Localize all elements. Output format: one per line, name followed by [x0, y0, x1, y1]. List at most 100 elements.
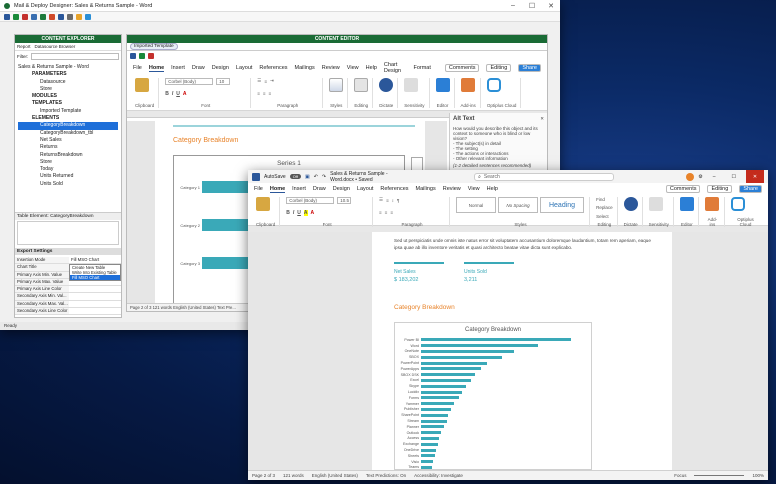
- zoom-slider[interactable]: [694, 474, 745, 477]
- ribbon-tab[interactable]: Help: [366, 65, 377, 71]
- tree-item[interactable]: Units Returned: [18, 173, 118, 180]
- word-maximize-icon[interactable]: ☐: [732, 174, 736, 180]
- help-icon[interactable]: [85, 13, 91, 20]
- property-value[interactable]: [69, 301, 121, 307]
- word-bullets-icon[interactable]: ☰: [379, 197, 383, 203]
- font-size-box[interactable]: 10: [216, 78, 231, 85]
- tree-item[interactable]: ReturnsBreakdown: [18, 152, 118, 159]
- status-zoom[interactable]: 100%: [752, 473, 764, 478]
- tree-item[interactable]: PARAMETERS: [18, 71, 118, 78]
- status-focus[interactable]: Focus: [674, 473, 686, 478]
- editing-icon[interactable]: [354, 78, 369, 92]
- tree-item[interactable]: Datasource: [18, 79, 118, 86]
- alt-text-close-icon[interactable]: ✕: [540, 116, 544, 122]
- tree-item[interactable]: Returns: [18, 144, 118, 151]
- select-button[interactable]: Select: [596, 214, 613, 219]
- word-close-icon[interactable]: ✕: [746, 170, 764, 183]
- editor-close-icon[interactable]: [148, 52, 154, 59]
- editor-icon[interactable]: [435, 78, 450, 92]
- ribbon-right-button[interactable]: Editing: [486, 64, 512, 72]
- tree-item[interactable]: Today: [18, 166, 118, 173]
- word-font-color-icon[interactable]: A: [311, 210, 315, 216]
- category-chart[interactable]: Category Breakdown Power BI Word OneNote SB…: [394, 322, 592, 470]
- word-justify-icon[interactable]: ≡: [390, 210, 393, 215]
- sensitivity-icon[interactable]: [404, 78, 419, 92]
- style-heading[interactable]: Heading: [540, 197, 585, 213]
- style-no-spacing[interactable]: No Spacing: [498, 197, 539, 213]
- word-font-name[interactable]: Corbel (Body): [286, 197, 335, 204]
- ribbon-right-button[interactable]: Share: [739, 185, 762, 193]
- ribbon-tab[interactable]: Mailings: [416, 186, 436, 192]
- ribbon-tab[interactable]: Home: [269, 186, 286, 193]
- status-accessibility[interactable]: Accessibility: Investigate: [414, 473, 463, 478]
- ribbon-tab[interactable]: View: [468, 186, 480, 192]
- word-icon[interactable]: [58, 13, 64, 20]
- editor-save-icon[interactable]: [130, 52, 136, 59]
- ribbon-right-button[interactable]: Editing: [707, 185, 733, 193]
- check-icon[interactable]: [13, 13, 19, 20]
- tree-item[interactable]: Store: [18, 86, 118, 93]
- ribbon-tab[interactable]: Home: [148, 65, 165, 72]
- property-row[interactable]: Secondary Axis Max. Val...: [15, 300, 121, 309]
- status-page[interactable]: Page 2 of 3: [252, 473, 275, 478]
- delete-icon[interactable]: [22, 13, 28, 20]
- align-left-icon[interactable]: ≡: [257, 91, 260, 96]
- word-numbering-icon[interactable]: ≡: [386, 198, 389, 203]
- tree-item[interactable]: CategoryBreakdown: [18, 122, 118, 130]
- ribbon-right-button[interactable]: Comments: [444, 64, 480, 72]
- style-normal[interactable]: Normal: [456, 197, 497, 213]
- property-value[interactable]: [69, 308, 121, 314]
- ribbon-tab[interactable]: Help: [487, 186, 498, 192]
- word-dictate-icon[interactable]: [623, 197, 638, 211]
- tree-item[interactable]: Imported Template: [18, 108, 118, 115]
- ribbon-tab[interactable]: Chart Design: [384, 62, 407, 74]
- word-editor-icon[interactable]: [679, 197, 694, 211]
- word-font-size[interactable]: 10.5: [337, 197, 352, 204]
- tab-datasource-browser[interactable]: Datasource Browser: [35, 44, 76, 49]
- word-sensitivity-icon[interactable]: [648, 197, 663, 211]
- ribbon-tab[interactable]: Format: [413, 65, 430, 71]
- minimize-icon[interactable]: –: [508, 2, 518, 10]
- qat-save-icon[interactable]: ▣: [305, 174, 310, 180]
- word-bold-icon[interactable]: B: [286, 210, 290, 216]
- tree-item[interactable]: CategoryBreakdown_tbl: [18, 130, 118, 137]
- property-row[interactable]: Primary Axis Line Color: [15, 286, 121, 294]
- align-right-icon[interactable]: ≡: [269, 91, 272, 96]
- word-italic-icon[interactable]: I: [293, 210, 294, 216]
- ribbon-tab[interactable]: Layout: [236, 65, 253, 71]
- word-underline-icon[interactable]: U: [297, 210, 301, 216]
- close-icon[interactable]: ✕: [546, 2, 556, 10]
- settings-icon[interactable]: [67, 13, 73, 20]
- indent-icon[interactable]: ⇥: [270, 78, 274, 84]
- property-row[interactable]: Secondary Axis Line Color: [15, 308, 121, 316]
- ribbon-tab[interactable]: References: [380, 186, 408, 192]
- tree-item[interactable]: ELEMENTS: [18, 115, 118, 122]
- underline-icon[interactable]: U: [176, 91, 180, 97]
- bold-icon[interactable]: B: [165, 91, 169, 97]
- font-color-icon[interactable]: A: [183, 91, 187, 97]
- pdf-icon[interactable]: [49, 13, 55, 20]
- ribbon-tab[interactable]: Draw: [192, 65, 205, 71]
- ribbon-tab[interactable]: Insert: [171, 65, 185, 71]
- editor-check-icon[interactable]: [139, 52, 145, 59]
- tree-item[interactable]: Store: [18, 159, 118, 166]
- ribbon-tab[interactable]: File: [133, 65, 142, 71]
- ribbon-tab[interactable]: Insert: [292, 186, 306, 192]
- insertion-mode-dropdown[interactable]: Create New Table Write Into Existing Tabl…: [69, 264, 121, 281]
- ribbon-tab[interactable]: Design: [333, 186, 350, 192]
- word-align-left-icon[interactable]: ≡: [379, 210, 382, 215]
- ribbon-tab[interactable]: Design: [212, 65, 229, 71]
- dictate-icon[interactable]: [379, 78, 394, 92]
- paste-icon[interactable]: [135, 78, 149, 92]
- property-value[interactable]: [69, 286, 121, 292]
- ribbon-tab[interactable]: Review: [322, 65, 340, 71]
- word-align-center-icon[interactable]: ≡: [385, 210, 388, 215]
- settings-gear-icon[interactable]: ⚙: [698, 174, 702, 180]
- word-pilcrow-icon[interactable]: ¶: [397, 198, 399, 203]
- word-paste-icon[interactable]: [256, 197, 270, 211]
- tree-item[interactable]: Units Sold: [18, 181, 118, 188]
- word-optiplus-icon[interactable]: [730, 197, 745, 211]
- status-language[interactable]: English (United States): [312, 473, 358, 478]
- ribbon-tab[interactable]: File: [254, 186, 263, 192]
- ribbon-right-button[interactable]: Comments: [665, 185, 701, 193]
